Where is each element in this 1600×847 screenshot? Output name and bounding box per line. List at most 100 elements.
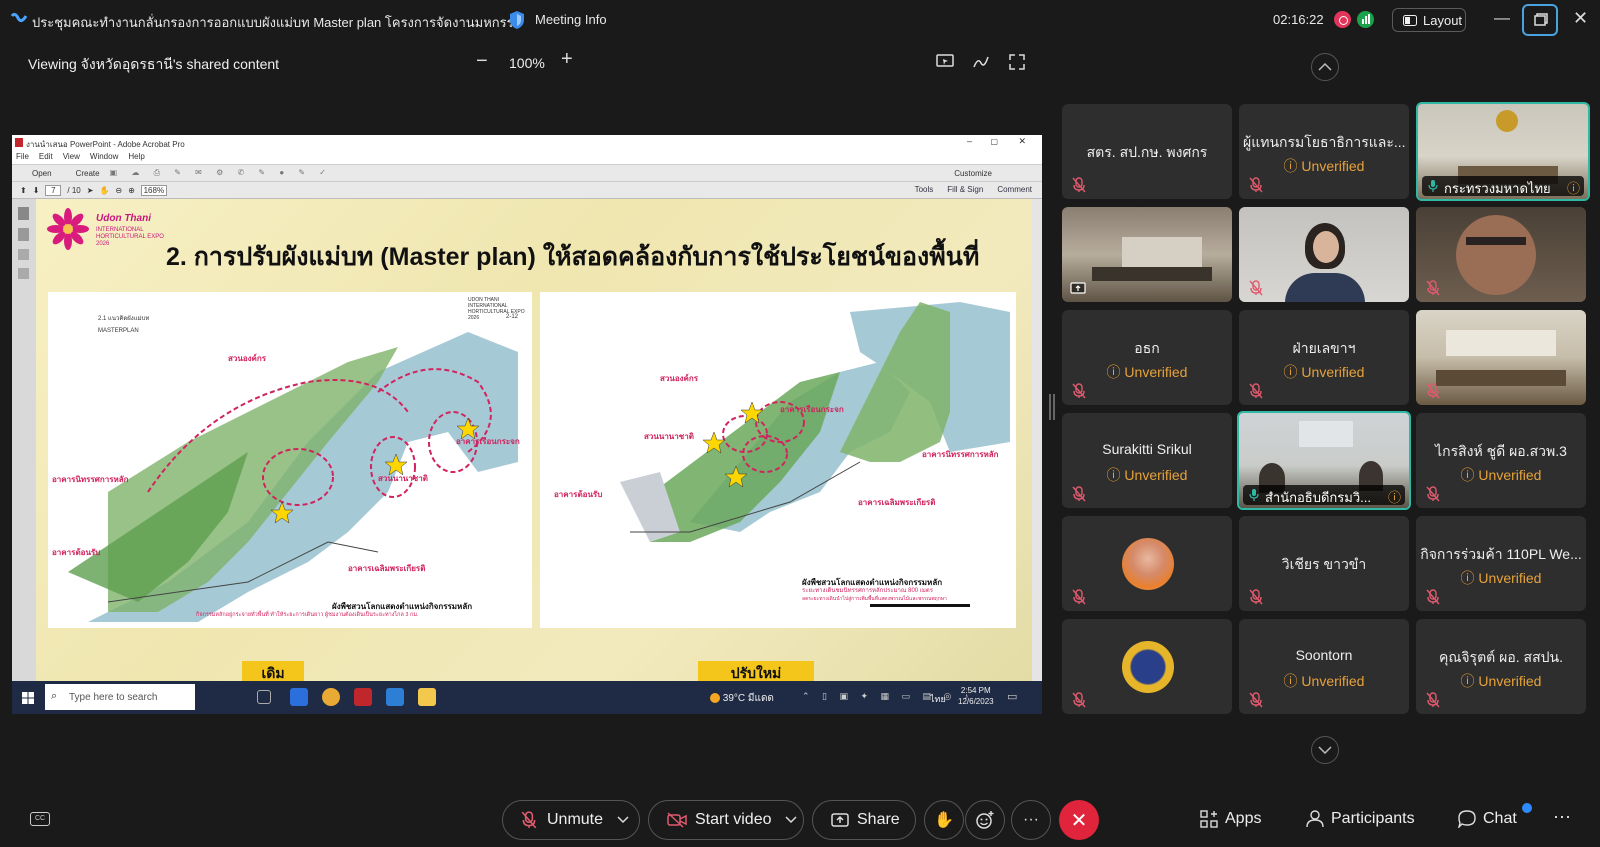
- more-options-button[interactable]: ···: [1011, 800, 1051, 840]
- participant-tile[interactable]: [1062, 619, 1232, 714]
- participant-tile[interactable]: สตร. สป.กษ. พงศกร: [1062, 104, 1232, 199]
- participant-tile[interactable]: วิเชียร ขาวขำ: [1239, 516, 1409, 611]
- participant-tile[interactable]: ฝ่ายเลขาฯ ⓘ Unverified: [1239, 310, 1409, 405]
- menu-file[interactable]: File: [16, 152, 29, 163]
- sun-icon: [710, 693, 720, 704]
- chat-icon: [1458, 810, 1476, 828]
- participant-tile[interactable]: [1062, 516, 1232, 611]
- shield-icon[interactable]: [508, 10, 526, 30]
- chevron-down-icon[interactable]: [785, 816, 798, 824]
- unverified-icon: ⓘ: [1460, 467, 1479, 483]
- layout-label: Layout: [1423, 12, 1463, 28]
- menu-help[interactable]: Help: [128, 152, 144, 163]
- hand-icon[interactable]: ✋: [99, 186, 109, 195]
- close-icon[interactable]: ✕: [1573, 8, 1588, 29]
- participant-tile[interactable]: ไกรสิงห์ ชูดี ผอ.สวพ.3 ⓘ Unverified: [1416, 413, 1586, 508]
- new-label-welcome: อาคารต้อนรับ: [554, 490, 603, 499]
- participants-button[interactable]: Participants: [1306, 810, 1415, 828]
- panel-resize-handle[interactable]: [1049, 394, 1055, 420]
- fill-sign-tab[interactable]: Fill & Sign: [947, 185, 983, 194]
- chrome-taskbar-icon[interactable]: [322, 688, 340, 706]
- create-button[interactable]: Create: [62, 169, 100, 178]
- pdf-zoom-input[interactable]: 168%: [140, 184, 167, 196]
- page-number-input[interactable]: 7: [45, 184, 62, 196]
- layout-button[interactable]: Layout: [1392, 8, 1466, 32]
- participant-tile[interactable]: กิจการร่วมค้า 110PL We... ⓘ Unverified: [1416, 516, 1586, 611]
- participant-tile[interactable]: อธก ⓘ Unverified: [1062, 310, 1232, 405]
- task-view-icon[interactable]: [257, 690, 271, 704]
- zoom-in-button[interactable]: +: [561, 48, 573, 71]
- network-stats-icon[interactable]: [1357, 11, 1374, 28]
- customize-button[interactable]: Customize: [954, 169, 992, 178]
- more-menu-icon[interactable]: ···: [1553, 806, 1571, 827]
- scroll-down-button[interactable]: [1311, 736, 1339, 764]
- taskbar-search[interactable]: ⌕ Type here to search: [45, 684, 195, 710]
- pdf-scrollbar[interactable]: [1032, 199, 1042, 681]
- chat-button[interactable]: Chat: [1458, 810, 1517, 828]
- participant-tile[interactable]: [1239, 207, 1409, 302]
- tray-language[interactable]: ไทย: [930, 692, 946, 706]
- acrobat-close-icon[interactable]: ✕: [1018, 136, 1026, 147]
- zoom-out-button[interactable]: −: [476, 50, 488, 73]
- participant-tile[interactable]: Surakitti Srikul ⓘ Unverified: [1062, 413, 1232, 508]
- participant-status-text: Unverified: [1478, 467, 1542, 483]
- participant-tile-active[interactable]: กระทรวงมหาดไทย ⓘ: [1416, 102, 1590, 201]
- pages-icon[interactable]: [18, 207, 29, 220]
- zoom-in-pdf-icon[interactable]: ⊕: [128, 186, 135, 195]
- select-icon[interactable]: ➤: [87, 186, 94, 195]
- zoom-out-pdf-icon[interactable]: ⊖: [115, 186, 122, 195]
- participant-tile[interactable]: [1416, 310, 1586, 405]
- taskbar-clock[interactable]: 2:54 PM 12/6/2023: [958, 685, 994, 707]
- closed-captions-icon[interactable]: CC: [30, 812, 50, 826]
- start-video-button[interactable]: Start video: [648, 800, 804, 840]
- menu-window[interactable]: Window: [90, 152, 118, 163]
- page-down-icon[interactable]: ⬇: [33, 186, 40, 195]
- menu-edit[interactable]: Edit: [39, 152, 53, 163]
- participant-tile[interactable]: ผู้แทนกรมโยธาธิการและ... ⓘ Unverified: [1239, 104, 1409, 199]
- unmute-button[interactable]: Unmute: [502, 800, 640, 840]
- tools-tab[interactable]: Tools: [915, 185, 934, 194]
- restore-window-button[interactable]: [1522, 4, 1558, 36]
- page-up-icon[interactable]: ⬆: [20, 186, 27, 195]
- recording-icon[interactable]: [1334, 11, 1351, 28]
- participant-tile-active[interactable]: สำนักอธิบดีกรมวิ... ⓘ: [1237, 411, 1411, 510]
- chevron-down-icon[interactable]: [617, 816, 629, 824]
- meeting-info-button[interactable]: Meeting Info: [535, 12, 607, 27]
- shared-screen[interactable]: งานนำเสนอ PowerPoint - Adobe Acrobat Pro…: [12, 135, 1042, 714]
- participant-status-text: Unverified: [1301, 673, 1365, 689]
- participant-tile[interactable]: Soontorn ⓘ Unverified: [1239, 619, 1409, 714]
- layers-icon[interactable]: [18, 268, 29, 279]
- annotate-icon[interactable]: [972, 53, 990, 71]
- open-button[interactable]: Open: [18, 169, 52, 178]
- comment-tab[interactable]: Comment: [997, 185, 1032, 194]
- share-button[interactable]: Share: [812, 800, 916, 840]
- acrobat-minimize-icon[interactable]: –: [967, 136, 972, 146]
- scroll-up-button[interactable]: [1311, 53, 1339, 81]
- remote-control-icon[interactable]: [936, 53, 954, 71]
- pdf-navigation-pane[interactable]: [12, 199, 36, 681]
- emblem-icon: [1496, 110, 1518, 132]
- bookmarks-icon[interactable]: [18, 228, 29, 241]
- raise-hand-button[interactable]: ✋: [924, 800, 964, 840]
- acrobat-maximize-icon[interactable]: ▢: [990, 137, 998, 146]
- photos-taskbar-icon[interactable]: [386, 688, 404, 706]
- attachments-icon[interactable]: [18, 249, 29, 260]
- participant-tile[interactable]: [1416, 207, 1586, 302]
- pdf-document-area[interactable]: Udon Thani INTERNATIONAL HORTICULTURAL E…: [12, 199, 1042, 681]
- menu-view[interactable]: View: [63, 152, 80, 163]
- webex-taskbar-icon[interactable]: [290, 688, 308, 706]
- minimize-icon[interactable]: —: [1494, 10, 1510, 28]
- fullscreen-icon[interactable]: [1008, 53, 1026, 71]
- windows-start-icon[interactable]: [22, 692, 34, 704]
- leave-meeting-button[interactable]: ✕: [1059, 800, 1099, 840]
- notification-icon[interactable]: ▭: [1007, 690, 1017, 703]
- reactions-button[interactable]: [965, 800, 1005, 840]
- participant-status: ⓘ Unverified: [1416, 568, 1586, 588]
- tray-icons[interactable]: ⌃ ▯ ▣ ✦ ▦ ▭ ▤ ◎ ♪: [802, 691, 973, 702]
- participant-tile[interactable]: คุณจิรุตต์ ผอ. สสปน. ⓘ Unverified: [1416, 619, 1586, 714]
- old-map-heading: 2.1 แนวคิดผังแม่บท: [98, 316, 150, 322]
- explorer-taskbar-icon[interactable]: [418, 688, 436, 706]
- participant-tile[interactable]: [1062, 207, 1232, 302]
- acrobat-taskbar-icon[interactable]: [354, 688, 372, 706]
- apps-button[interactable]: Apps: [1200, 810, 1261, 828]
